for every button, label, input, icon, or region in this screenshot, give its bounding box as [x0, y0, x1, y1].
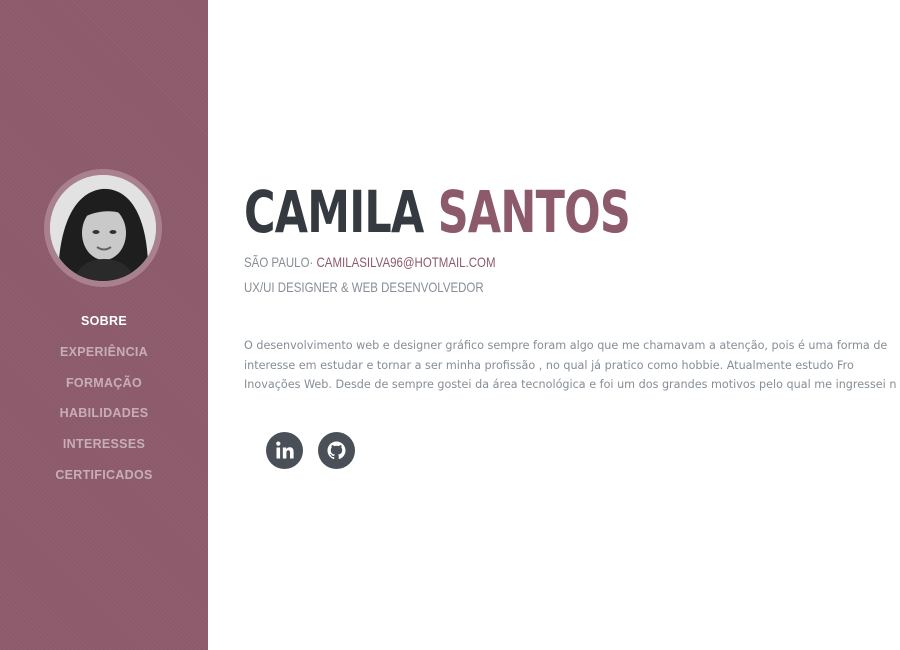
page-title: CAMILA SANTOS — [244, 176, 631, 248]
nav-item-certificados[interactable]: CERTIFICADOS — [0, 467, 208, 498]
contact-line: SÃO PAULO· CAMILASILVA96@HOTMAIL.COM — [244, 253, 496, 271]
github-button[interactable] — [318, 432, 355, 469]
main-content: CAMILA SANTOS SÃO PAULO· CAMILASILVA96@H… — [244, 0, 900, 650]
avatar — [44, 169, 162, 287]
email-link[interactable]: CAMILASILVA96@HOTMAIL.COM — [317, 254, 496, 270]
nav-item-formacao[interactable]: FORMAÇÃO — [0, 375, 208, 406]
about-line: O desenvolvimento web e designer gráfico… — [244, 339, 888, 352]
about-line: interesse em estudar e tornar a ser minh… — [244, 358, 854, 372]
location: SÃO PAULO· — [244, 254, 314, 270]
page: SOBRE EXPERIÊNCIA FORMAÇÃO HABILIDADES I… — [0, 0, 900, 650]
nav-item-habilidades[interactable]: HABILIDADES — [0, 405, 208, 436]
about-text: O desenvolvimento web e designer gráfico… — [244, 336, 900, 395]
last-name: SANTOS — [437, 178, 631, 246]
nav-item-sobre[interactable]: SOBRE — [0, 313, 208, 344]
nav-item-interesses[interactable]: INTERESSES — [0, 436, 208, 467]
first-name: CAMILA — [244, 178, 424, 246]
profile-photo — [50, 175, 156, 281]
profile-photo-icon — [50, 175, 156, 281]
about-line: Inovações Web. Desde de sempre gostei da… — [244, 378, 897, 391]
nav-item-experiencia[interactable]: EXPERIÊNCIA — [0, 344, 208, 375]
linkedin-button[interactable] — [266, 432, 303, 469]
sidebar-nav: SOBRE EXPERIÊNCIA FORMAÇÃO HABILIDADES I… — [0, 313, 208, 498]
github-icon — [327, 441, 346, 460]
role-subtitle: UX/UI DESIGNER & WEB DESENVOLVEDOR — [244, 279, 484, 295]
linkedin-icon — [276, 441, 294, 459]
sidebar: SOBRE EXPERIÊNCIA FORMAÇÃO HABILIDADES I… — [0, 0, 208, 650]
